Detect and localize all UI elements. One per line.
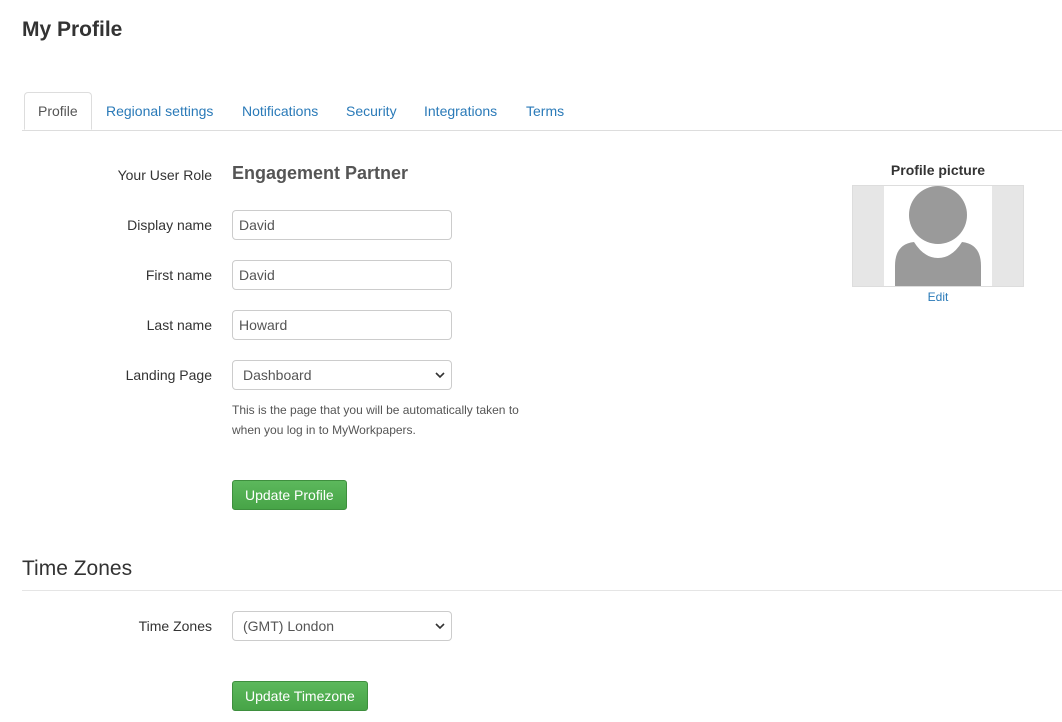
update-profile-button[interactable]: Update Profile — [232, 480, 347, 510]
tab-notifications[interactable]: Notifications — [242, 92, 318, 130]
tab-terms[interactable]: Terms — [526, 92, 564, 130]
profile-picture-title: Profile picture — [890, 162, 986, 178]
profile-picture-frame — [852, 185, 1024, 287]
tab-regional-settings[interactable]: Regional settings — [106, 92, 213, 130]
last-name-input[interactable] — [232, 310, 452, 340]
update-timezone-button[interactable]: Update Timezone — [232, 681, 368, 711]
last-name-label: Last name — [146, 317, 212, 333]
profile-tabs: Profile Regional settings Notifications … — [22, 92, 1062, 131]
time-zone-selected: (GMT) London — [243, 618, 335, 634]
time-zone-select[interactable]: (GMT) London — [232, 611, 452, 641]
tab-security[interactable]: Security — [346, 92, 397, 130]
page-title: My Profile — [22, 18, 123, 41]
avatar-placeholder-icon — [895, 186, 981, 286]
landing-page-selected: Dashboard — [243, 367, 312, 383]
user-role-label: Your User Role — [117, 167, 212, 183]
landing-page-help-line1: This is the page that you will be automa… — [232, 403, 519, 417]
chevron-down-icon — [435, 623, 445, 630]
tab-integrations[interactable]: Integrations — [424, 92, 497, 130]
time-zones-label: Time Zones — [138, 618, 212, 634]
edit-profile-picture-link[interactable]: Edit — [852, 290, 1024, 304]
display-name-input[interactable] — [232, 210, 452, 240]
tab-profile[interactable]: Profile — [24, 92, 92, 130]
landing-page-label: Landing Page — [125, 367, 212, 383]
chevron-down-icon — [435, 372, 445, 379]
landing-page-help: This is the page that you will be automa… — [232, 400, 532, 440]
first-name-label: First name — [145, 267, 212, 283]
landing-page-select[interactable]: Dashboard — [232, 360, 452, 390]
landing-page-help-line2: when you log in to MyWorkpapers. — [232, 423, 416, 437]
time-zones-section-title: Time Zones — [22, 557, 133, 580]
display-name-label: Display name — [127, 217, 212, 233]
first-name-input[interactable] — [232, 260, 452, 290]
section-divider — [22, 590, 1062, 591]
user-role-value: Engagement Partner — [232, 163, 409, 183]
